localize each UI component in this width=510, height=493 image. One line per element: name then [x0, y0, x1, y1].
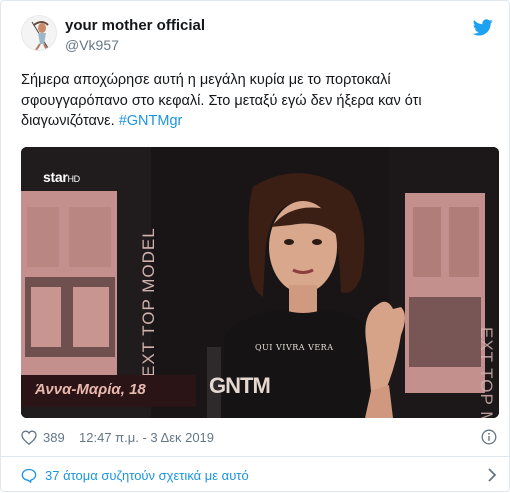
like-count[interactable]: 389 [43, 430, 65, 445]
chevron-right-icon [488, 468, 497, 482]
channel-logo-hd: HD [67, 174, 80, 184]
channel-logo-main: star [43, 169, 68, 185]
show-logo: GNTM [209, 373, 271, 398]
banner-text-left: EXT TOP MODEL [139, 227, 158, 377]
timestamp[interactable]: 12:47 π.μ. - 3 Δεκ 2019 [79, 430, 214, 445]
tweet-header: your mother official @Vk957 [21, 13, 501, 57]
shirt-print: QUI VIVRA VERA [255, 343, 334, 352]
author-handle[interactable]: @Vk957 [65, 37, 119, 53]
tweet-text: Σήμερα αποχώρησε αυτή η μεγάλη κυρία με … [21, 70, 491, 132]
info-icon[interactable] [481, 429, 497, 445]
comment-bubble-icon [21, 468, 37, 483]
channel-logo: starHD [43, 169, 80, 185]
banner-text-right: EXT TOP M [477, 327, 496, 418]
tweet-card: your mother official @Vk957 Σήμερα αποχώ… [0, 0, 510, 492]
avatar[interactable] [21, 15, 57, 51]
heart-icon[interactable] [21, 430, 37, 445]
tweet-meta: 389 12:47 π.μ. - 3 Δεκ 2019 [21, 429, 501, 449]
hashtag-link[interactable]: #GNTMgr [119, 113, 183, 129]
author-name[interactable]: your mother official [65, 17, 205, 34]
twitter-bird-icon[interactable] [473, 19, 493, 36]
tweet-video[interactable]: starHD EXT TOP MODEL EXT TOP M QUI VIVRA… [21, 147, 499, 418]
contestant-caption: Άννα-Μαρία, 18 [35, 381, 146, 398]
discussion-link[interactable]: 37 άτομα συζητούν σχετικά με αυτό [1, 457, 510, 493]
tweet-body: Σήμερα αποχώρησε αυτή η μεγάλη κυρία με … [21, 72, 422, 129]
discussion-text[interactable]: 37 άτομα συζητούν σχετικά με αυτό [45, 468, 249, 483]
